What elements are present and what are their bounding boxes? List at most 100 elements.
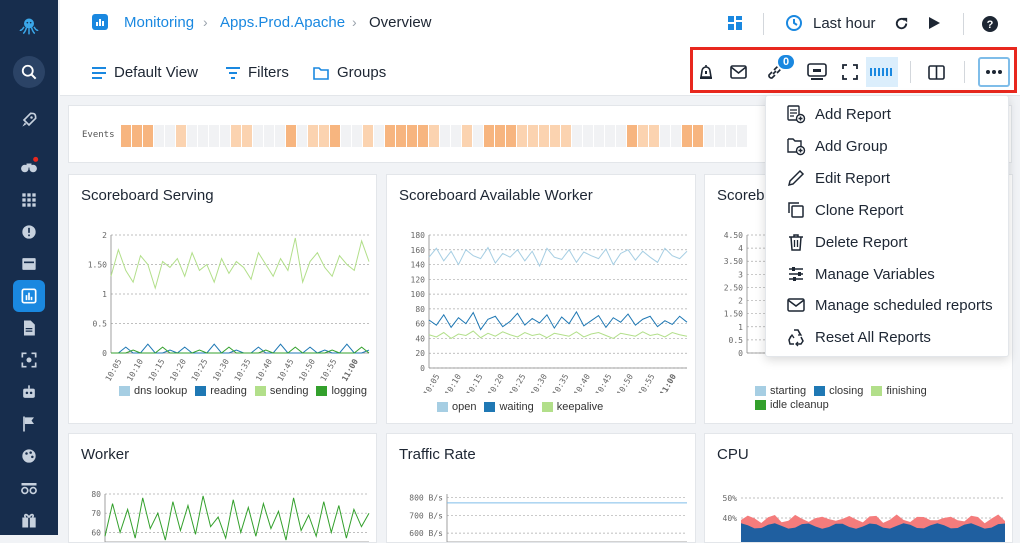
event-cell xyxy=(418,125,428,147)
binoculars-icon[interactable] xyxy=(13,150,45,182)
breadcrumb-apps-prod-apache[interactable]: Apps.Prod.Apache xyxy=(220,14,345,31)
y-tick-label: 1 xyxy=(102,290,107,299)
x-tick-label: 10:10 xyxy=(443,372,463,393)
legend-swatch xyxy=(814,386,826,397)
glasses-icon[interactable] xyxy=(13,472,45,504)
menu-item-edit-report[interactable]: Edit Report xyxy=(766,162,1010,194)
refresh-icon[interactable] xyxy=(892,14,910,32)
legend-label: idle cleanup xyxy=(770,399,829,411)
y-tick-label: 1.50 xyxy=(724,310,743,319)
chart-legend: open waiting keepalive xyxy=(437,401,687,413)
panel-scoreboard-serving[interactable]: Scoreboard Serving 0 0.5 1 1.50 2 10:05 10:10 1… xyxy=(68,174,377,424)
event-cell xyxy=(737,125,747,147)
octopus-logo-icon[interactable] xyxy=(13,10,45,42)
legend-item[interactable]: keepalive xyxy=(541,401,603,413)
chart-legend: starting closing finishing idle cleanup xyxy=(755,385,1005,411)
event-cell xyxy=(682,125,692,147)
x-tick-label: 10:20 xyxy=(486,372,506,393)
x-tick-label: 10:15 xyxy=(465,372,485,393)
event-cell xyxy=(264,125,274,147)
legend-label: dns lookup xyxy=(134,385,188,397)
menu-item-label: Manage Variables xyxy=(815,265,935,283)
breadcrumb-monitoring[interactable]: Monitoring xyxy=(124,14,194,31)
event-cell xyxy=(253,125,263,147)
groups-button[interactable]: Groups xyxy=(313,64,386,81)
menu-item-manage-scheduled-reports[interactable]: Manage scheduled reports xyxy=(766,289,1010,321)
alert-icon[interactable] xyxy=(13,216,45,248)
menu-item-add-group[interactable]: Add Group xyxy=(766,130,1010,162)
event-cell xyxy=(297,125,307,147)
menu-item-manage-variables[interactable]: Manage Variables xyxy=(766,258,1010,290)
panel-scoreboard-available-worker[interactable]: Scoreboard Available Worker 0 20 40 60 80 100… xyxy=(386,174,696,424)
x-tick-label: 10:20 xyxy=(168,357,188,383)
dashboard-icon[interactable] xyxy=(13,280,45,312)
help-icon[interactable]: ? xyxy=(980,14,1000,34)
y-tick-label: 60 xyxy=(415,320,425,329)
legend-swatch xyxy=(871,386,883,397)
y-tick-label: 40 xyxy=(415,334,425,343)
series-line-worker xyxy=(104,495,370,541)
default-view-button[interactable]: Default View xyxy=(92,64,198,81)
menu-item-label: Manage scheduled reports xyxy=(815,296,993,314)
event-cell xyxy=(132,125,142,147)
legend-swatch xyxy=(195,386,207,397)
y-tick-label: 4 xyxy=(738,244,743,253)
event-cell xyxy=(671,125,681,147)
panel-traffic-rate[interactable]: Traffic Rate 600 B/s 700 B/s 800 B/s xyxy=(386,433,696,543)
email-icon xyxy=(787,298,805,312)
legend-item[interactable]: open xyxy=(437,401,476,413)
dashboard-switch-icon[interactable] xyxy=(726,14,744,32)
rocket-icon[interactable] xyxy=(13,104,45,136)
chevron-right-icon: › xyxy=(352,14,357,30)
panel-cpu[interactable]: CPU 40% 50% xyxy=(704,433,1013,543)
menu-item-label: Clone Report xyxy=(815,201,904,219)
palette-icon[interactable] xyxy=(13,440,45,472)
menu-item-clone-report[interactable]: Clone Report xyxy=(766,194,1010,226)
event-cell xyxy=(550,125,560,147)
inbox-icon[interactable] xyxy=(13,248,45,280)
robot-icon[interactable] xyxy=(13,376,45,408)
event-cell xyxy=(385,125,395,147)
menu-item-reset-all-reports[interactable]: Reset All Reports xyxy=(766,321,1010,353)
legend-item[interactable]: reading xyxy=(195,385,247,397)
add-report-icon xyxy=(787,105,806,124)
x-tick-label: 10:25 xyxy=(508,372,528,393)
series-line-waiting xyxy=(428,310,688,331)
legend-item[interactable]: logging xyxy=(316,385,367,397)
trash-icon xyxy=(789,234,803,251)
panel-worker[interactable]: Worker 60 70 80 xyxy=(68,433,377,543)
legend-item[interactable]: waiting xyxy=(484,401,534,413)
groups-label: Groups xyxy=(337,64,387,81)
grid-icon[interactable] xyxy=(13,184,45,216)
filters-button[interactable]: Filters xyxy=(226,64,289,81)
menu-item-add-report[interactable]: Add Report xyxy=(766,98,1010,130)
gift-icon[interactable] xyxy=(13,504,45,536)
legend-item[interactable]: finishing xyxy=(871,385,927,397)
legend-swatch xyxy=(119,386,130,397)
x-tick-label: 10:45 xyxy=(594,372,614,393)
event-cell xyxy=(704,125,714,147)
y-tick-label: 50% xyxy=(723,494,738,503)
document-icon[interactable] xyxy=(13,312,45,344)
search-icon[interactable] xyxy=(13,56,45,88)
filter-icon xyxy=(226,66,240,79)
legend-item[interactable]: idle cleanup xyxy=(755,399,829,411)
legend-item[interactable]: starting xyxy=(755,385,806,397)
legend-item[interactable]: sending xyxy=(254,385,308,397)
legend-swatch xyxy=(541,402,553,413)
legend-item[interactable]: closing xyxy=(814,385,863,397)
menu-item-delete-report[interactable]: Delete Report xyxy=(766,226,1010,258)
scan-icon[interactable] xyxy=(13,344,45,376)
x-tick-label: 10:35 xyxy=(233,357,253,383)
chevron-right-icon: › xyxy=(203,14,208,30)
time-range-selector[interactable]: Last hour xyxy=(785,14,876,32)
play-icon[interactable] xyxy=(925,14,943,32)
monitoring-icon xyxy=(92,14,108,30)
x-tick-label: 10:30 xyxy=(211,357,231,383)
x-tick-label: 11:00 xyxy=(340,357,360,383)
flag-icon[interactable] xyxy=(13,408,45,440)
y-tick-label: 20 xyxy=(415,349,425,358)
event-cell xyxy=(605,125,615,147)
legend-item[interactable]: dns lookup xyxy=(119,385,187,397)
event-cell xyxy=(198,125,208,147)
